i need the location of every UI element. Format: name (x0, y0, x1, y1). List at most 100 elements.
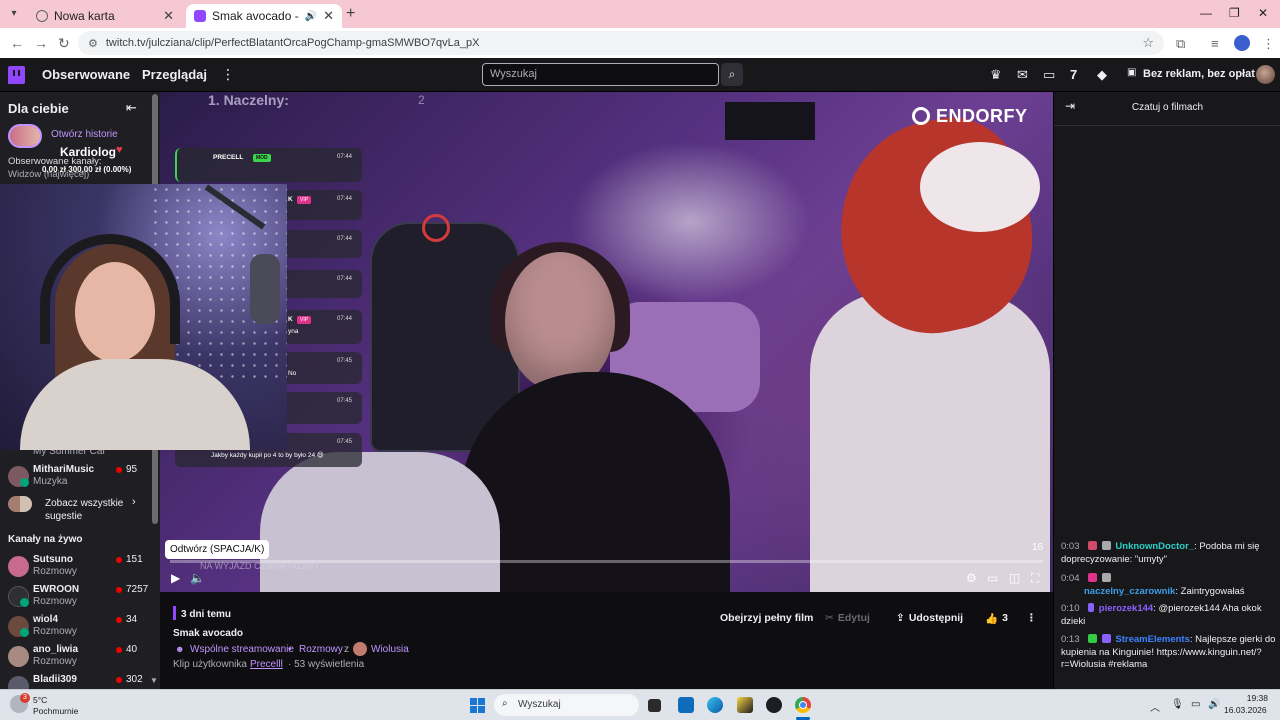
coop-stream-link[interactable]: Wspólne streamowanie (190, 644, 294, 655)
weather-desc[interactable]: Pochmurnie (33, 706, 78, 716)
tab-title: Nowa karta (54, 9, 115, 23)
edge-icon[interactable] (707, 697, 723, 713)
badge-icon (1088, 541, 1098, 550)
sidebar-item-sutsuno[interactable]: Sutsuno Rozmowy 151 (8, 554, 156, 582)
live-dot-icon (116, 647, 122, 653)
menu-dots-icon[interactable]: ⋮ (1262, 36, 1275, 52)
chevron-right-icon[interactable]: › (132, 496, 136, 508)
sidebar-toggle-icon[interactable]: ◫ (1009, 571, 1020, 585)
network-icon[interactable]: ▭ (1191, 699, 1200, 710)
outlook-icon[interactable] (678, 697, 694, 713)
chat-username[interactable]: StreamElements (1115, 634, 1189, 645)
speaker-icon[interactable]: 🔊 (305, 11, 317, 22)
windows-start-icon[interactable] (470, 698, 485, 713)
channel-name: Sutsuno (33, 554, 73, 565)
nav-following[interactable]: Obserwowane (42, 67, 130, 82)
stories-avatar[interactable] (8, 124, 42, 148)
volume-tray-icon[interactable]: 🔊 (1208, 699, 1220, 710)
chat-username[interactable]: UnknownDoctor_ (1115, 541, 1194, 552)
browser-tab-bar: ▾ Nowa karta ✕ Smak avocado - Twitch 🔊 ✕… (0, 0, 1280, 28)
clock-date[interactable]: 16.03.2026 (1224, 705, 1267, 715)
tab-new-tab[interactable]: Nowa karta ✕ (28, 4, 182, 28)
live-dot-icon (116, 557, 122, 563)
avatar[interactable] (353, 642, 367, 656)
sidebar-item-wiol4[interactable]: wiol4 Rozmowy 34 (8, 614, 156, 642)
tray-chevron-icon[interactable]: ︿ (1150, 699, 1160, 714)
channel-name: ano_liwia (33, 644, 79, 655)
new-tab-button[interactable]: + (346, 5, 355, 23)
crown-icon[interactable]: ♛ (990, 67, 1002, 83)
restore-icon[interactable]: ❐ (1229, 6, 1240, 20)
clipper-link[interactable]: Precelll (250, 659, 283, 670)
avatar (8, 556, 29, 577)
bits-icon[interactable]: ◆ (1097, 67, 1107, 83)
badge-icon (1088, 634, 1098, 643)
minimize-icon[interactable]: — (1200, 6, 1212, 20)
bookmark-star-icon[interactable]: ☆ (1142, 35, 1154, 51)
volume-icon[interactable]: 🔈 (190, 571, 205, 585)
user-avatar[interactable] (1256, 65, 1275, 84)
reload-icon[interactable]: ↻ (58, 35, 70, 52)
search-input[interactable]: Wyszukaj (482, 63, 719, 86)
progress-bar[interactable] (170, 560, 1043, 563)
github-icon[interactable] (766, 697, 782, 713)
mascot-costume (810, 292, 1050, 592)
endorfy-logo-icon (912, 107, 930, 125)
browser-profile-avatar[interactable] (1234, 35, 1250, 51)
close-tab-icon[interactable]: ✕ (163, 8, 174, 24)
collab-user-link[interactable]: Wiolusia (371, 644, 409, 655)
notes-app-icon[interactable] (737, 697, 753, 713)
weather-temp[interactable]: 5°C (33, 695, 47, 705)
search-icon[interactable]: ⌕ (721, 63, 743, 86)
close-tab-icon[interactable]: ✕ (323, 8, 334, 24)
extensions-icon[interactable]: ⧉ (1176, 36, 1185, 52)
file-explorer-icon[interactable] (648, 699, 661, 712)
tab-twitch[interactable]: Smak avocado - Twitch 🔊 ✕ (186, 4, 342, 28)
sidebar-item-bladii309[interactable]: Bladii309 302 (8, 674, 156, 689)
fullscreen-icon[interactable]: ⛶ (1031, 571, 1039, 586)
twitch-logo-icon[interactable] (8, 66, 25, 84)
sidebar-item-ewroon[interactable]: EWROON Rozmowy 7257 (8, 584, 156, 612)
live-dot-icon (116, 467, 122, 473)
taskbar-search[interactable]: Wyszukaj (494, 694, 639, 716)
sidebar-item-ano-liwia[interactable]: ano_liwia Rozmowy 40 (8, 644, 156, 672)
inbox-icon[interactable]: ✉ (1017, 67, 1028, 83)
windows-taskbar: 3 5°C Pochmurnie Wyszukaj ⌕ ︿ 🎙 ▭ 🔊 19:3… (0, 689, 1280, 720)
forward-icon[interactable]: → (34, 35, 48, 51)
share-button[interactable]: ⇪ Udostępnij (896, 609, 963, 627)
live-dot-icon (116, 677, 122, 683)
prime-icon[interactable]: 7 (1070, 67, 1077, 82)
collapse-sidebar-icon[interactable]: ⇤ (126, 100, 137, 116)
overlay-time: 07:45 (336, 358, 352, 364)
clock-time[interactable]: 19:38 (1238, 693, 1268, 703)
url-field[interactable]: ⚙ twitch.tv/julcziana/clip/PerfectBlatan… (78, 31, 1164, 55)
chair-logo-icon (422, 214, 450, 242)
microphone-icon[interactable]: 🎙 (1171, 699, 1184, 710)
chrome-icon[interactable] (795, 697, 811, 713)
back-icon[interactable]: ← (10, 35, 24, 51)
nav-browse[interactable]: Przeglądaj (142, 67, 207, 82)
tab-search-icon[interactable]: ▾ (6, 6, 22, 22)
live-dot-icon (116, 587, 122, 593)
category-link[interactable]: Rozmowy (299, 644, 343, 655)
media-control-icon[interactable]: ≡ (1211, 36, 1219, 51)
site-info-icon[interactable]: ⚙ (88, 37, 98, 50)
edit-button[interactable]: ✂ Edytuj (825, 609, 870, 627)
theatre-mode-icon[interactable]: ▭ (987, 571, 998, 585)
open-stories-link[interactable]: Otwórz historie (51, 129, 118, 140)
sidebar-item-mitharimusic[interactable]: MithariMusic Muzyka 95 (8, 464, 156, 492)
watch-full-video-button[interactable]: Obejrzyj pełny film (720, 609, 813, 627)
scroll-down-icon[interactable]: ▼ (150, 676, 158, 685)
turbo-icon[interactable]: ▣ (1127, 67, 1136, 78)
chat-username[interactable]: naczelny_czarownik (1084, 586, 1175, 597)
settings-icon[interactable]: ⚙ (966, 571, 977, 585)
more-dots-icon[interactable]: ⋮ (221, 66, 235, 83)
close-window-icon[interactable]: ✕ (1258, 6, 1268, 20)
see-all-suggestions[interactable]: Zobacz wszystkie sugestie (45, 497, 160, 523)
no-ads-button[interactable]: Bez reklam, bez opłat (1143, 68, 1255, 80)
more-options-icon[interactable]: ⋮ (1026, 609, 1037, 627)
chat-username[interactable]: pierozek144 (1099, 603, 1153, 614)
whispers-icon[interactable]: ▭ (1043, 67, 1055, 83)
like-button[interactable]: 👍 3 (985, 609, 1008, 627)
play-icon[interactable]: ▶ (171, 571, 180, 585)
